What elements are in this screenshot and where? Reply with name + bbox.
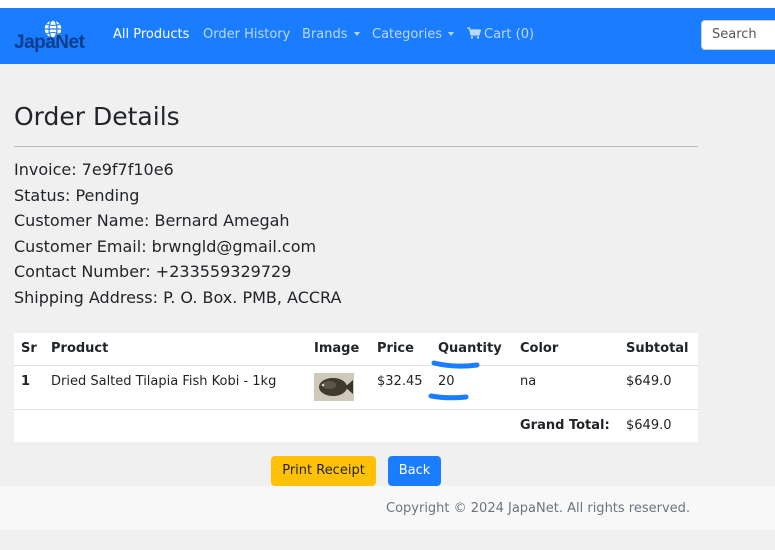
brand-name: JapaNet xyxy=(14,32,85,53)
header-price: Price xyxy=(377,341,414,356)
header-color: Color xyxy=(520,341,559,356)
search-placeholder: Search xyxy=(712,27,757,42)
search-input[interactable]: Search xyxy=(701,20,775,50)
cart-icon xyxy=(467,27,482,39)
product-thumbnail xyxy=(314,373,354,401)
nav-brands-label: Brands xyxy=(302,27,348,42)
header-subtotal: Subtotal xyxy=(626,341,689,356)
page-title: Order Details xyxy=(14,102,180,131)
row-sr: 1 xyxy=(21,374,31,389)
row-color: na xyxy=(520,374,537,389)
footer: Copyright © 2024 JapaNet. All rights res… xyxy=(0,486,775,530)
row-subtotal: $649.0 xyxy=(626,374,672,389)
nav-brands-dropdown[interactable]: Brands xyxy=(302,27,360,42)
brand-logo[interactable]: JapaNet xyxy=(14,18,96,54)
grand-total-label: Grand Total: xyxy=(520,418,610,433)
status-text: Status: Pending xyxy=(14,186,140,205)
back-button[interactable]: Back xyxy=(388,456,441,486)
row-quantity: 20 xyxy=(438,374,455,389)
shipping-address-text: Shipping Address: P. O. Box. PMB, ACCRA xyxy=(14,288,342,307)
print-receipt-button[interactable]: Print Receipt xyxy=(271,456,376,486)
header-product: Product xyxy=(51,341,109,356)
title-divider xyxy=(14,146,698,147)
grand-total-value: $649.0 xyxy=(626,418,672,433)
row-divider xyxy=(14,365,698,366)
nav-cart[interactable]: Cart (0) xyxy=(467,27,534,42)
invoice-text: Invoice: 7e9f7f10e6 xyxy=(14,160,174,179)
nav-order-history[interactable]: Order History xyxy=(203,27,290,42)
row-divider xyxy=(14,409,698,410)
nav-categories-label: Categories xyxy=(372,27,443,42)
cart-label: Cart (0) xyxy=(484,27,535,42)
caret-down-icon xyxy=(448,31,455,36)
row-price: $32.45 xyxy=(377,374,423,389)
caret-down-icon xyxy=(353,31,360,36)
row-product: Dried Salted Tilapia Fish Kobi - 1kg xyxy=(51,374,277,389)
customer-email-text: Customer Email: brwngld@gmail.com xyxy=(14,237,317,256)
order-items-table: Sr Product Image Price Quantity Color Su… xyxy=(14,333,698,442)
header-quantity: Quantity xyxy=(438,341,502,356)
customer-name-text: Customer Name: Bernard Amegah xyxy=(14,211,290,230)
contact-number-text: Contact Number: +233559329729 xyxy=(14,262,292,281)
fish-image xyxy=(314,373,354,401)
navbar: JapaNet All Products Order History Brand… xyxy=(0,8,775,64)
nav-all-products[interactable]: All Products xyxy=(113,27,189,42)
header-sr: Sr xyxy=(21,341,37,356)
nav-categories-dropdown[interactable]: Categories xyxy=(372,27,455,42)
header-image: Image xyxy=(314,341,360,356)
top-strip xyxy=(0,0,775,8)
copyright-text: Copyright © 2024 JapaNet. All rights res… xyxy=(386,501,691,516)
